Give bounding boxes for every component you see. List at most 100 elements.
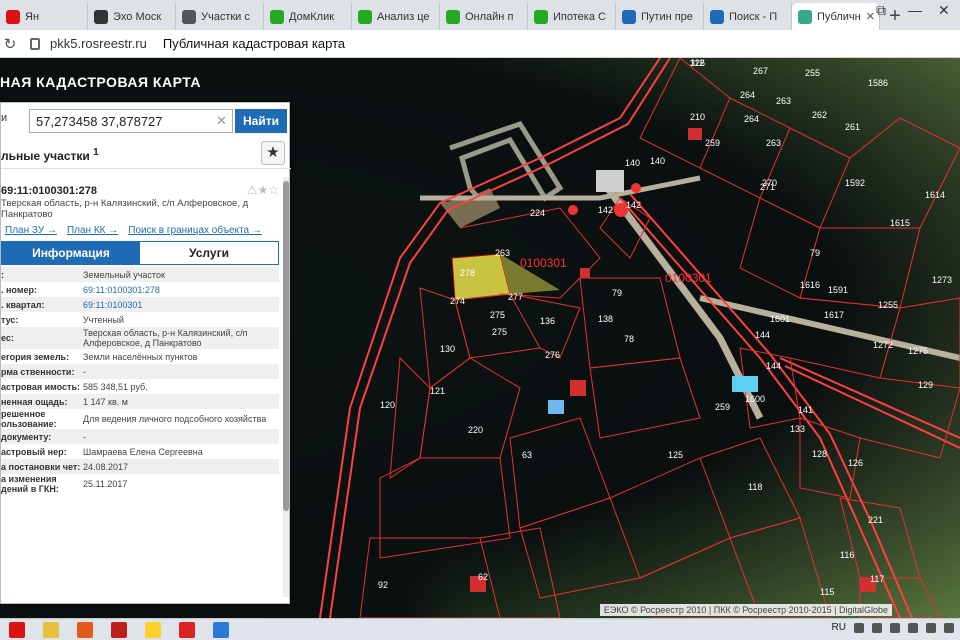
address-bar[interactable]: ↻ pkk5.rosreestr.ru Публичная кадастрова… xyxy=(0,30,960,58)
plan-zu-link[interactable]: План ЗУ → xyxy=(5,225,57,236)
parcel-number-label[interactable]: 62 xyxy=(478,572,488,582)
browser-tab[interactable]: Онлайн п xyxy=(440,3,528,30)
parcel-number-label[interactable]: 92 xyxy=(378,580,388,590)
tray-icon[interactable] xyxy=(854,622,864,633)
parcel-number-label[interactable]: 271 xyxy=(760,182,775,192)
reload-icon[interactable]: ↻ xyxy=(0,35,20,53)
tray-icon[interactable] xyxy=(944,622,954,633)
browser-tab[interactable]: Анализ це xyxy=(352,3,440,30)
window-minimize-icon[interactable]: — xyxy=(908,2,922,18)
opera-icon[interactable] xyxy=(179,621,195,638)
parcel-number-label[interactable]: 142 xyxy=(626,200,641,210)
parcel-number-label[interactable]: 1591 xyxy=(828,285,848,295)
chrome-icon[interactable] xyxy=(145,621,161,638)
parcel-number-label[interactable]: 263 xyxy=(495,248,510,258)
parcel-number-label[interactable]: 1592 xyxy=(845,178,865,188)
language-indicator[interactable]: RU xyxy=(832,622,846,633)
parcel-number-label[interactable]: 140 xyxy=(625,158,640,168)
parcel-number-label[interactable]: 1614 xyxy=(925,190,945,200)
parcel-number-label[interactable]: 259 xyxy=(705,138,720,148)
attribute-value[interactable]: 69:11:0100301 xyxy=(83,299,279,311)
clear-icon[interactable]: ✕ xyxy=(216,113,227,129)
parcel-number-label[interactable]: 115 xyxy=(820,587,834,597)
parcel-number-label[interactable]: 63 xyxy=(522,450,532,460)
parcel-number-label[interactable]: 117 xyxy=(870,574,884,584)
cadastral-map[interactable]: 0100301 0100301 326 267 255 1586 210 264 263 26… xyxy=(0,58,960,618)
parcel-number-label[interactable]: 120 xyxy=(380,400,395,410)
browser-tab[interactable]: ДомКлик xyxy=(264,3,352,30)
parcel-number-label[interactable]: 1275 xyxy=(908,346,928,356)
window-restore-icon[interactable]: ⧉ xyxy=(876,2,886,19)
parcel-number-label[interactable]: 140 xyxy=(650,156,665,166)
parcel-number-label[interactable]: 126 xyxy=(848,458,863,468)
parcel-number-label[interactable]: 278 xyxy=(460,268,475,278)
parcel-number-label[interactable]: 129 xyxy=(918,380,933,390)
coordinates-search-input[interactable] xyxy=(29,109,233,133)
parcel-number-label[interactable]: 142 xyxy=(598,205,613,215)
browser-tab[interactable]: Публичн ✕ xyxy=(792,3,880,30)
parcel-number-label[interactable]: 255 xyxy=(805,68,820,78)
window-close-icon[interactable]: ✕ xyxy=(938,2,950,19)
parcel-number-label[interactable]: 261 xyxy=(845,122,860,132)
parcel-number-label[interactable]: 141 xyxy=(798,405,813,415)
tab-services[interactable]: Услуги xyxy=(140,242,278,264)
parcel-number-label[interactable]: 136 xyxy=(540,316,555,326)
search-in-bounds-link[interactable]: Поиск в границах объекта → xyxy=(128,225,262,236)
parcel-number-label[interactable]: 274 xyxy=(450,296,465,306)
parcel-number-label[interactable]: 262 xyxy=(812,110,827,120)
parcel-number-label[interactable]: 138 xyxy=(598,314,613,324)
browser-tab[interactable]: Участки с xyxy=(176,3,264,30)
parcel-number-label[interactable]: 220 xyxy=(468,425,483,435)
parcel-number-label[interactable]: 112 xyxy=(690,58,704,68)
tray-icon[interactable] xyxy=(890,622,900,633)
panel-scrollbar[interactable] xyxy=(283,177,289,597)
parcel-number-label[interactable]: 144 xyxy=(766,361,781,371)
parcel-number-label[interactable]: 263 xyxy=(766,138,781,148)
parcel-number-label[interactable]: 1273 xyxy=(932,275,952,285)
parcel-number-label[interactable]: 1617 xyxy=(824,310,844,320)
warning-star-icon[interactable]: ⚠★☆ xyxy=(247,183,279,197)
parcel-number-label[interactable]: 221 xyxy=(868,515,883,525)
parcel-number-label[interactable]: 276 xyxy=(545,350,560,360)
browser-tab[interactable]: Эхо Моск xyxy=(88,3,176,30)
parcel-number-label[interactable]: 210 xyxy=(690,112,705,122)
tab-information[interactable]: Информация xyxy=(2,242,140,264)
parcel-number-label[interactable]: 1586 xyxy=(868,78,888,88)
parcel-number-label[interactable]: 1616 xyxy=(800,280,820,290)
parcel-number-label[interactable]: 264 xyxy=(744,114,759,124)
close-tab-icon[interactable]: ✕ xyxy=(866,10,875,23)
parcel-number-label[interactable]: 267 xyxy=(753,66,768,76)
app-icon[interactable] xyxy=(213,621,229,638)
plan-kk-link[interactable]: План КК → xyxy=(67,225,118,236)
parcel-number-label[interactable]: 1615 xyxy=(890,218,910,228)
parcel-number-label[interactable]: 275 xyxy=(490,310,505,320)
parcel-number-label[interactable]: 275 xyxy=(492,327,507,337)
parcel-number-label[interactable]: 144 xyxy=(755,330,770,340)
browser-tab[interactable]: Ипотека С xyxy=(528,3,616,30)
browser-tab[interactable]: Путин пре xyxy=(616,3,704,30)
parcel-number-label[interactable]: 1600 xyxy=(745,394,765,404)
attribute-value[interactable]: 69:11:0100301:278 xyxy=(83,284,279,296)
parcel-number-label[interactable]: 263 xyxy=(776,96,791,106)
parcel-number-label[interactable]: 125 xyxy=(668,450,683,460)
find-button[interactable]: Найти xyxy=(235,109,287,133)
parcel-number-label[interactable]: 133 xyxy=(790,424,805,434)
parcel-number-label[interactable]: 1601 xyxy=(770,314,790,324)
parcel-number-label[interactable]: 79 xyxy=(810,248,820,258)
parcel-number-label[interactable]: 79 xyxy=(612,288,622,298)
media-icon[interactable] xyxy=(77,621,93,638)
parcel-number-label[interactable]: 116 xyxy=(840,550,854,560)
parcel-number-label[interactable]: 130 xyxy=(440,344,455,354)
cadastral-number[interactable]: 69:11:0100301:278 xyxy=(1,185,97,197)
tray-icon[interactable] xyxy=(908,622,918,633)
parcel-number-label[interactable]: 118 xyxy=(748,482,762,492)
pdf-icon[interactable] xyxy=(111,621,127,638)
parcel-number-label[interactable]: 78 xyxy=(624,334,634,344)
parcel-number-label[interactable]: 1255 xyxy=(878,300,898,310)
parcel-number-label[interactable]: 224 xyxy=(530,208,545,218)
parcel-number-label[interactable]: 1272 xyxy=(873,340,893,350)
parcel-number-label[interactable]: 121 xyxy=(430,386,445,396)
folder-icon[interactable] xyxy=(43,621,59,638)
browser-tab[interactable]: Ян xyxy=(0,3,88,30)
parcel-number-label[interactable]: 259 xyxy=(715,402,730,412)
